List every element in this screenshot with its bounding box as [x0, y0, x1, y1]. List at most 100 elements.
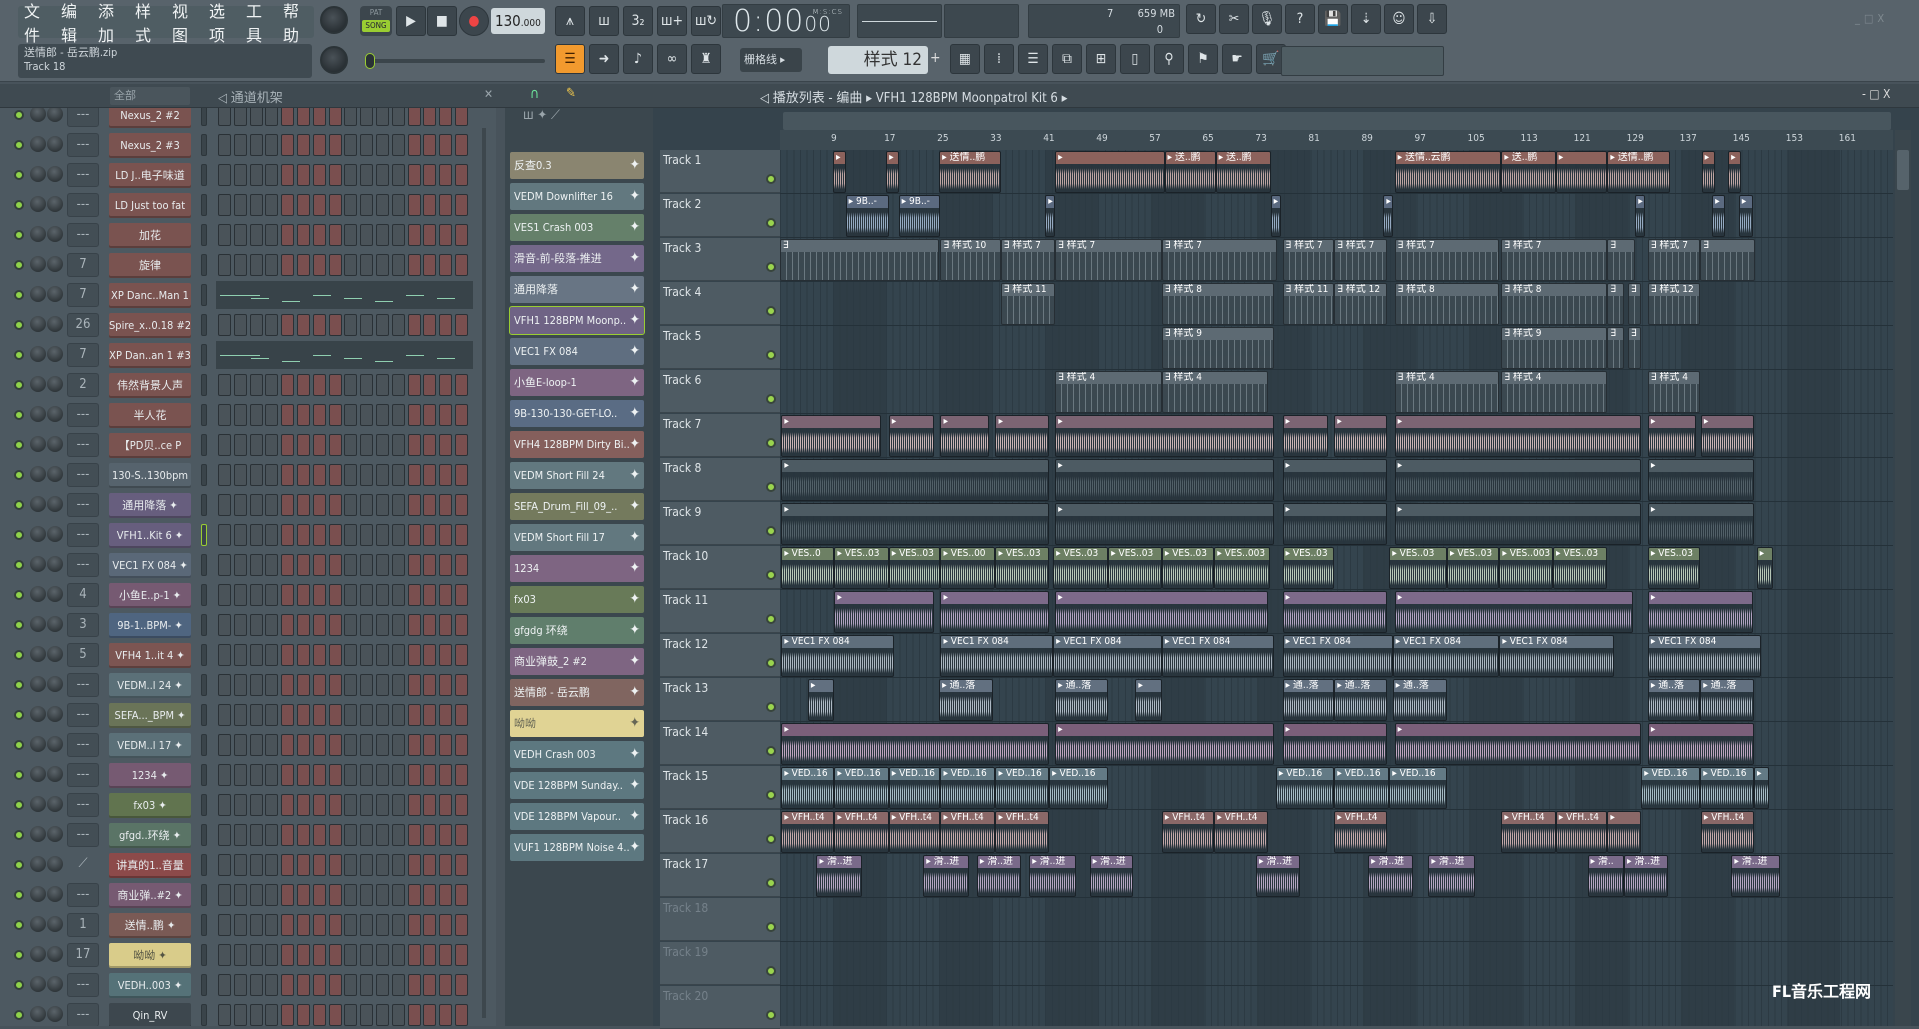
audio-clip[interactable]: ▸ VED..16 — [995, 767, 1050, 809]
help-icon[interactable]: ? — [1285, 4, 1315, 34]
step-button[interactable] — [439, 854, 453, 876]
step-button[interactable] — [328, 614, 342, 636]
step-button[interactable] — [455, 974, 468, 996]
pattern-clip[interactable]: ∃ 样式 8 — [1394, 283, 1500, 325]
step-button[interactable] — [439, 644, 453, 666]
step-button[interactable] — [407, 108, 421, 126]
channel-name-button[interactable]: VEC1 FX 084 ✦ — [109, 553, 191, 578]
audio-clip[interactable]: ▸ — [1555, 151, 1608, 193]
step-button[interactable] — [249, 314, 263, 336]
channel-name-button[interactable]: 讲真的1..音量 — [109, 853, 191, 878]
step-button[interactable] — [423, 644, 437, 666]
step-button[interactable] — [360, 194, 374, 216]
step-button[interactable] — [391, 734, 405, 756]
pat-song-toggle[interactable]: PAT SONG — [360, 6, 392, 36]
step-button[interactable] — [391, 108, 405, 126]
channel-mute-led[interactable] — [14, 410, 24, 420]
audio-clip[interactable]: ▸ VES..03 — [1553, 547, 1608, 589]
picker-item[interactable]: 商业弹鼓_2 #2 ✦ — [510, 648, 644, 675]
step-button[interactable] — [249, 494, 263, 516]
step-button[interactable] — [249, 134, 263, 156]
channel-select-indicator[interactable] — [201, 914, 207, 936]
step-button[interactable] — [439, 164, 453, 186]
mixer-track-field[interactable]: --- — [67, 793, 99, 817]
step-button[interactable] — [376, 314, 389, 336]
mixer-track-field[interactable]: --- — [67, 433, 99, 457]
track-header[interactable]: Track 11 — [660, 590, 780, 633]
channel-select-indicator[interactable] — [201, 824, 207, 846]
step-button[interactable] — [423, 254, 437, 276]
audio-clip[interactable]: ▸ — [1394, 591, 1634, 633]
mixer-track-field[interactable]: 26 — [67, 313, 99, 337]
step-button[interactable] — [439, 764, 453, 786]
step-button[interactable] — [328, 854, 342, 876]
channel-pan-knob[interactable] — [30, 526, 46, 542]
touch-controller-icon[interactable]: ⚑ — [1188, 44, 1218, 74]
channel-volume-knob[interactable] — [47, 916, 63, 932]
channel-pan-knob[interactable] — [30, 196, 46, 212]
record-button[interactable]: ● — [459, 6, 489, 36]
step-button[interactable] — [407, 824, 421, 846]
step-button[interactable] — [328, 1004, 342, 1026]
step-button[interactable] — [297, 464, 310, 486]
step-button[interactable] — [439, 794, 453, 816]
step-button[interactable] — [423, 884, 437, 906]
step-button[interactable] — [328, 734, 342, 756]
track-mute-led[interactable] — [766, 746, 776, 756]
track-header[interactable]: Track 17 — [660, 854, 780, 897]
step-button[interactable] — [265, 494, 279, 516]
pattern-clip[interactable]: ∃ — [1607, 327, 1624, 369]
mixer-track-field[interactable]: --- — [67, 553, 99, 577]
channel-pan-knob[interactable] — [30, 436, 46, 452]
pattern-clip[interactable]: ∃ — [1627, 283, 1642, 325]
step-button[interactable] — [391, 764, 405, 786]
step-button[interactable] — [312, 524, 326, 546]
step-button[interactable] — [455, 674, 468, 696]
step-button[interactable] — [391, 944, 405, 966]
channel-volume-knob[interactable] — [47, 466, 63, 482]
pattern-clip[interactable]: ∃ 样式 7 — [1282, 239, 1335, 281]
step-button[interactable] — [265, 404, 279, 426]
step-button[interactable] — [233, 1004, 247, 1026]
pattern-clip[interactable]: ∃ — [1607, 239, 1636, 281]
audio-clip[interactable]: ▸ VES..003 — [1214, 547, 1270, 589]
step-button[interactable] — [423, 554, 437, 576]
step-button[interactable] — [423, 764, 437, 786]
audio-clip[interactable]: ▸ — [1394, 723, 1642, 765]
channel-name-button[interactable]: LD Just too fat — [109, 193, 191, 218]
step-button[interactable] — [218, 914, 231, 936]
track-header[interactable]: Track 4 — [660, 282, 780, 325]
channel-pan-knob[interactable] — [30, 796, 46, 812]
channel-volume-knob[interactable] — [47, 226, 63, 242]
step-button[interactable] — [360, 404, 374, 426]
channel-select-indicator[interactable] — [201, 374, 207, 396]
audio-clip[interactable]: ▸ 滑..进 — [976, 855, 1022, 897]
step-button[interactable] — [281, 314, 295, 336]
step-button[interactable] — [455, 464, 468, 486]
menu-item[interactable]: 选项 — [209, 0, 240, 46]
step-button[interactable] — [376, 254, 389, 276]
audio-clip[interactable]: ▸ VFH..t4 — [1334, 811, 1387, 853]
channel-filter-select[interactable]: 全部 — [110, 87, 190, 105]
step-button[interactable] — [265, 734, 279, 756]
step-button[interactable] — [376, 914, 389, 936]
step-button[interactable] — [328, 944, 342, 966]
step-button[interactable] — [312, 254, 326, 276]
step-button[interactable] — [249, 224, 263, 246]
audio-clip[interactable]: ▸ — [1647, 723, 1754, 765]
step-button[interactable] — [423, 914, 437, 936]
channel-name-button[interactable]: 半人花 — [109, 403, 191, 428]
step-button[interactable] — [376, 944, 389, 966]
channel-volume-knob[interactable] — [47, 496, 63, 512]
step-button[interactable] — [218, 108, 231, 126]
channel-pan-knob[interactable] — [30, 346, 46, 362]
pattern-clip[interactable]: ∃ 样式 7 — [1334, 239, 1387, 281]
step-button[interactable] — [407, 524, 421, 546]
track-header[interactable]: Track 7 — [660, 414, 780, 457]
audio-clip[interactable]: ▸ — [781, 503, 1050, 545]
step-button[interactable] — [281, 374, 295, 396]
audio-clip[interactable]: ▸ VFH..t4 — [888, 811, 941, 853]
picker-item[interactable]: 1234 ✦ — [510, 555, 644, 582]
step-button[interactable] — [312, 644, 326, 666]
pattern-clip[interactable]: ∃ 样式 4 — [1055, 371, 1162, 413]
